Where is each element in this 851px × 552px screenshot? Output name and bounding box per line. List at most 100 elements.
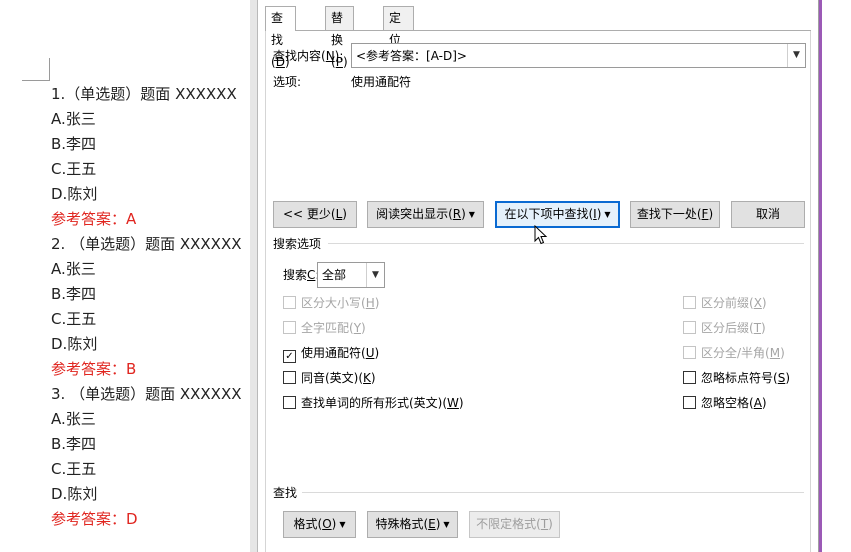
checkbox-label-tail: ): [374, 296, 380, 310]
checkbox-option[interactable]: 区分大小写(H): [283, 295, 379, 311]
special-button-label: 特殊格式(: [375, 517, 429, 531]
checkbox-label-tail: ): [761, 296, 767, 310]
cancel-button[interactable]: 取消: [731, 201, 805, 228]
no-formatting-button[interactable]: 不限定格式(T): [469, 511, 560, 538]
find-next-button[interactable]: 查找下一处(F): [630, 201, 720, 228]
find-what-input[interactable]: <参考答案：[A-D]> ▼: [351, 43, 806, 68]
margin-corner-mark: [22, 80, 50, 81]
document-line: 3. （单选题）题面 XXXXXX: [51, 385, 242, 403]
checkbox-label-tail: ): [361, 321, 366, 335]
checkbox-label: 同音(英文)(: [301, 371, 364, 385]
format-button-tail: ): [331, 517, 337, 531]
checkbox-label-tail: ): [458, 396, 464, 410]
background-strip: [822, 0, 851, 552]
checkbox-option[interactable]: 区分后缀(T): [683, 320, 766, 336]
checkbox-icon[interactable]: [683, 396, 696, 409]
checkbox-label: 使用通配符(: [301, 346, 366, 360]
document-page[interactable]: 1.（单选题）题面 XXXXXX A.张三 B.李四 C.王五 D.陈刘 参考答案：A 2.…: [0, 0, 250, 552]
checkbox-icon[interactable]: [283, 296, 296, 309]
highlight-button-label: 阅读突出显示(: [376, 207, 453, 221]
document-line: A.张三: [51, 410, 96, 428]
less-button[interactable]: << 更少(L): [273, 201, 357, 228]
checkbox-label: 区分全/半角(: [701, 346, 770, 360]
checkbox-label-tail: ): [374, 346, 380, 360]
checkbox-option[interactable]: 同音(英文)(K): [283, 370, 376, 386]
checkbox-option[interactable]: 查找单词的所有形式(英文)(W): [283, 395, 464, 411]
caret-down-icon: ▼: [339, 520, 346, 529]
caret-down-icon: ▼: [468, 210, 475, 219]
document-line: D.陈刘: [51, 185, 98, 203]
mouse-pointer-icon: [534, 225, 548, 245]
highlight-button-key: R: [452, 207, 462, 221]
separator: [302, 492, 804, 493]
checkbox-option[interactable]: 全字匹配(Y): [283, 320, 366, 336]
document-line: C.王五: [51, 310, 97, 328]
less-button-label: << 更少(: [283, 207, 336, 221]
find-in-button-label: 在以下项中查找(: [504, 207, 594, 221]
checkbox-key: X: [753, 296, 762, 310]
tab-key: D: [275, 55, 285, 69]
checkbox-option[interactable]: ✓ 使用通配符(U): [283, 345, 380, 363]
find-section-title: 查找: [273, 486, 298, 500]
checkbox-option[interactable]: 区分前缀(X): [683, 295, 767, 311]
checkbox-label: 区分前缀(: [701, 296, 754, 310]
margin-corner-mark: [49, 58, 50, 80]
reading-highlight-button[interactable]: 阅读突出显示(R) ▼: [367, 201, 484, 228]
special-button-key: E: [428, 517, 436, 531]
no-format-button-tail: ): [548, 517, 553, 531]
format-button[interactable]: 格式(O) ▼: [283, 511, 356, 538]
checkbox-label-tail: ): [761, 321, 766, 335]
checkbox-label: 全字匹配(: [301, 321, 354, 335]
checkbox-option[interactable]: 忽略标点符号(S): [683, 370, 790, 386]
checkbox-label-tail: ): [370, 371, 376, 385]
checkbox-label: 区分后缀(: [701, 321, 754, 335]
find-what-tail: ):: [334, 49, 344, 63]
checkbox-icon[interactable]: [283, 371, 296, 384]
checkbox-label-tail: ): [761, 396, 767, 410]
checkbox-key: Y: [353, 321, 362, 335]
format-button-label: 格式(: [293, 517, 323, 531]
checkbox-icon[interactable]: [283, 396, 296, 409]
document-line: 1.（单选题）题面 XXXXXX: [51, 85, 237, 103]
options-value: 使用通配符: [351, 75, 412, 89]
caret-down-icon: ▼: [604, 210, 611, 219]
checkbox-icon[interactable]: [683, 296, 696, 309]
document-line: D.陈刘: [51, 335, 98, 353]
highlight-button-tail: ): [461, 207, 466, 221]
document-line: B.李四: [51, 435, 97, 453]
special-format-button[interactable]: 特殊格式(E) ▼: [367, 511, 458, 538]
checkbox-label: 查找单词的所有形式(英文)(: [301, 396, 448, 410]
checkbox-icon[interactable]: [683, 321, 696, 334]
options-label: 选项:: [273, 75, 302, 89]
tab-find[interactable]: 查找(D): [265, 6, 296, 69]
search-direction-text: 搜索: [283, 268, 308, 282]
search-direction-label: 搜索C:: [283, 267, 319, 283]
checkbox-option[interactable]: 区分全/半角(M): [683, 345, 785, 361]
checkbox-option[interactable]: 忽略空格(A): [683, 395, 767, 411]
window-shadow: [250, 0, 257, 552]
answer-line: 参考答案：D: [51, 510, 138, 528]
checkbox-checked-icon[interactable]: ✓: [283, 350, 296, 363]
find-in-button-tail: ): [596, 207, 602, 221]
find-next-button-tail: ): [708, 207, 714, 221]
tab-replace[interactable]: 替换(P): [325, 6, 354, 69]
checkbox-label: 忽略标点符号(: [701, 371, 778, 385]
tab-goto[interactable]: 定位(G): [383, 6, 414, 69]
document-line: 2. （单选题）题面 XXXXXX: [51, 235, 242, 253]
checkbox-label: 区分大小写(: [301, 296, 366, 310]
checkbox-icon[interactable]: [283, 321, 296, 334]
find-what-key: N: [325, 49, 335, 63]
find-in-button[interactable]: 在以下项中查找(I) ▼: [495, 201, 620, 228]
chevron-down-icon[interactable]: ▼: [366, 263, 384, 287]
checkbox-icon[interactable]: [683, 346, 696, 359]
checkbox-icon[interactable]: [683, 371, 696, 384]
search-direction-select[interactable]: 全部 ▼: [317, 262, 385, 288]
checkbox-key: W: [447, 396, 459, 410]
format-button-key: O: [322, 517, 332, 531]
tab-label-tail: ): [284, 55, 290, 69]
document-line: A.张三: [51, 260, 96, 278]
document-line: C.王五: [51, 160, 97, 178]
checkbox-label: 忽略空格(: [701, 396, 754, 410]
chevron-down-icon[interactable]: ▼: [787, 44, 805, 67]
caret-down-icon: ▼: [443, 520, 450, 529]
